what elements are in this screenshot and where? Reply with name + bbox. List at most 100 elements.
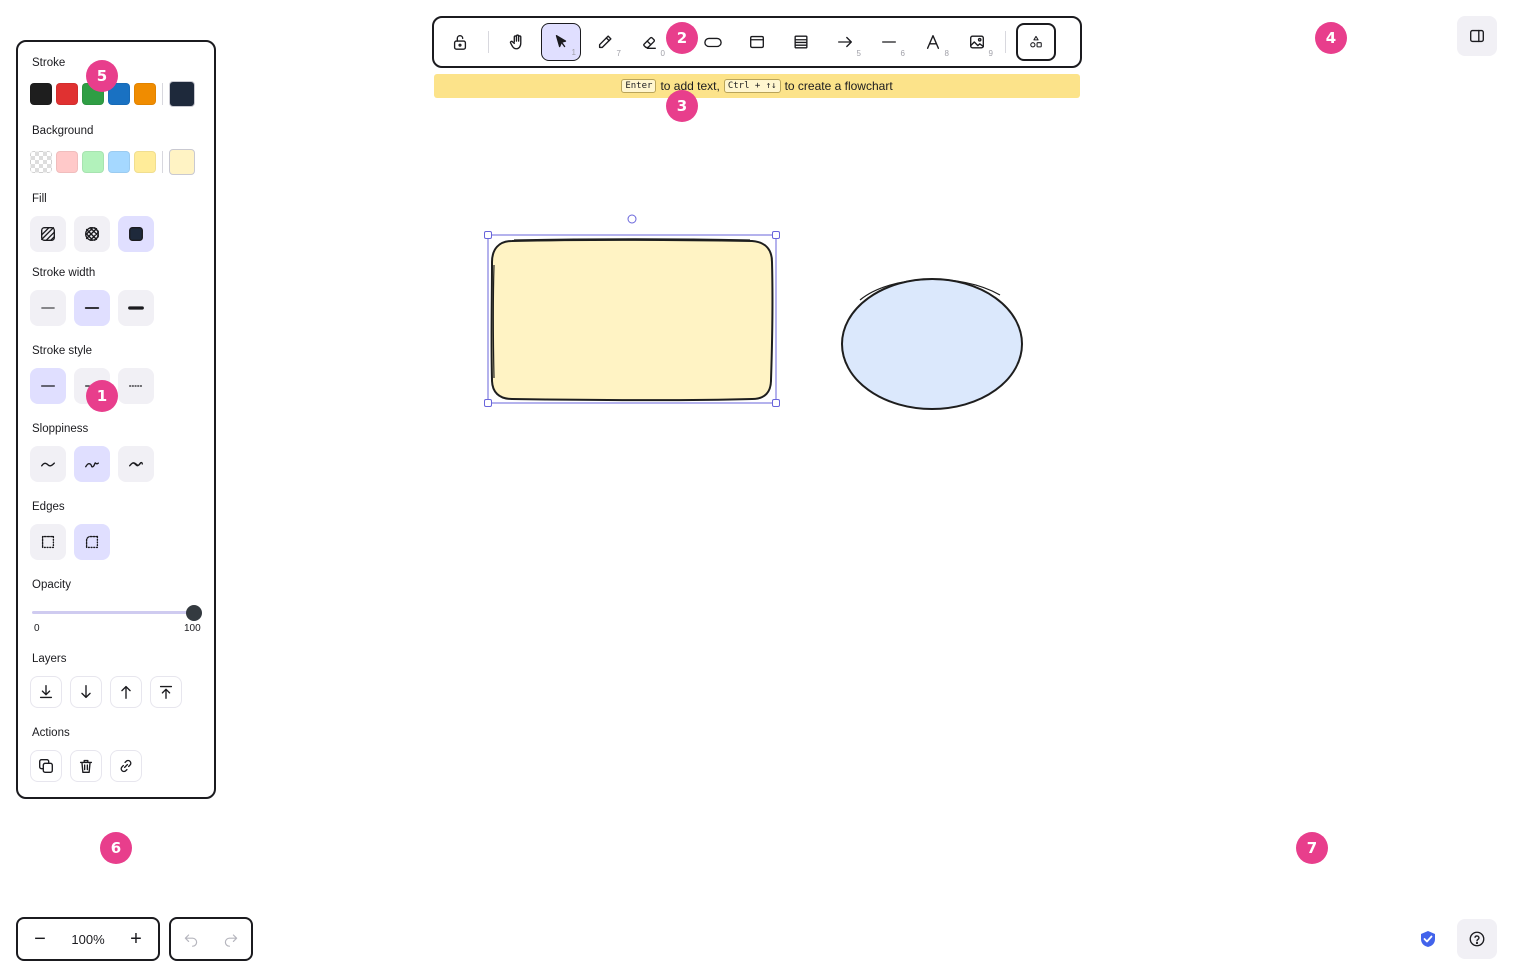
stroke-style-solid-button[interactable]	[30, 368, 66, 404]
undo-redo-controls	[169, 917, 253, 961]
stroke-width-bold-button[interactable]	[74, 290, 110, 326]
swatch-divider	[162, 83, 163, 105]
round-corner-icon	[85, 535, 99, 549]
sloppiness-architect-button[interactable]	[30, 446, 66, 482]
sloppiness-cartoonist-button[interactable]	[118, 446, 154, 482]
rounded-rectangle-icon	[704, 37, 722, 48]
frame-tool-button[interactable]	[737, 23, 777, 61]
bold-line-icon	[84, 307, 100, 309]
extra-bold-line-icon	[128, 306, 144, 310]
annotation-badge: 7	[1296, 832, 1328, 864]
hand-tool-button[interactable]	[497, 23, 537, 61]
eraser-tool-button[interactable]: 0	[629, 23, 669, 61]
actions-options	[30, 750, 142, 782]
duplicate-button[interactable]	[30, 750, 62, 782]
image-tool-button[interactable]: 9	[957, 23, 997, 61]
edges-round-button[interactable]	[74, 524, 110, 560]
zoom-out-button[interactable]: −	[28, 929, 52, 949]
cursor-arrow-icon	[555, 35, 567, 48]
image-icon	[970, 35, 984, 49]
sharp-corner-icon	[41, 535, 55, 549]
hand-icon	[509, 34, 522, 50]
bring-forward-button[interactable]	[110, 676, 142, 708]
shapes-icon	[1030, 35, 1042, 48]
stroke-swatch-orange[interactable]	[134, 83, 156, 105]
selection-tool-button[interactable]: 1	[541, 23, 581, 61]
dotted-line-icon	[129, 385, 143, 387]
library-sidebar-toggle[interactable]	[1457, 16, 1497, 56]
link-button[interactable]	[110, 750, 142, 782]
redo-icon[interactable]	[223, 931, 239, 947]
lock-tool-button[interactable]	[440, 23, 480, 61]
stroke-width-extra-bold-button[interactable]	[118, 290, 154, 326]
resize-handle-se[interactable]	[772, 399, 780, 407]
shortcut-key: 7	[616, 49, 621, 58]
stroke-width-label: Stroke width	[32, 267, 96, 279]
undo-icon[interactable]	[183, 931, 199, 947]
resize-handle-sw[interactable]	[484, 399, 492, 407]
layers-options	[30, 676, 182, 708]
toolbar-divider	[1005, 31, 1006, 53]
background-swatch-pink[interactable]	[56, 151, 78, 173]
opacity-label: Opacity	[32, 579, 71, 591]
opacity-max-label: 100	[184, 623, 201, 634]
fill-cross-hatch-button[interactable]	[74, 216, 110, 252]
layers-label: Layers	[32, 653, 67, 665]
zoom-level[interactable]: 100%	[71, 932, 104, 947]
table-tool-button[interactable]	[781, 23, 821, 61]
duplicate-icon	[39, 759, 53, 773]
cartoonist-line-icon	[129, 461, 143, 467]
edges-sharp-button[interactable]	[30, 524, 66, 560]
opacity-thumb[interactable]	[186, 605, 202, 621]
opacity-slider[interactable]	[32, 605, 202, 621]
background-swatch-yellow[interactable]	[134, 151, 156, 173]
shortcut-key: 6	[900, 49, 905, 58]
line-tool-button[interactable]: 6	[869, 23, 909, 61]
resize-handle-nw[interactable]	[484, 231, 492, 239]
zoom-in-button[interactable]: +	[124, 929, 148, 949]
ellipse-shape[interactable]	[841, 278, 1023, 410]
background-swatch-blue[interactable]	[108, 151, 130, 173]
fill-solid-button[interactable]	[118, 216, 154, 252]
stroke-style-dotted-button[interactable]	[118, 368, 154, 404]
properties-panel: Stroke Background Fill Stroke width Stro…	[16, 40, 216, 799]
arrow-tool-button[interactable]: 5	[825, 23, 865, 61]
arrow-down-icon	[81, 685, 91, 699]
rotate-handle[interactable]	[627, 214, 637, 224]
rectangle-tool-button[interactable]	[693, 23, 733, 61]
text-tool-button[interactable]: 8	[913, 23, 953, 61]
stroke-swatch-red[interactable]	[56, 83, 78, 105]
stroke-swatch-black[interactable]	[30, 83, 52, 105]
help-button[interactable]	[1457, 919, 1497, 959]
bring-to-front-button[interactable]	[150, 676, 182, 708]
sloppiness-options	[30, 446, 154, 482]
background-swatch-transparent[interactable]	[30, 151, 52, 173]
rectangle-shape[interactable]	[490, 238, 774, 402]
send-to-back-button[interactable]	[30, 676, 62, 708]
stroke-width-thin-button[interactable]	[30, 290, 66, 326]
lock-open-icon	[453, 35, 467, 50]
send-backward-button[interactable]	[70, 676, 102, 708]
annotation-badge: 2	[666, 22, 698, 54]
cross-hatch-fill-icon	[85, 227, 99, 241]
actions-label: Actions	[32, 727, 70, 739]
background-swatch-green[interactable]	[82, 151, 104, 173]
fill-hachure-button[interactable]	[30, 216, 66, 252]
sloppiness-artist-button[interactable]	[74, 446, 110, 482]
sidebar-icon	[1470, 29, 1484, 43]
background-current-color[interactable]	[169, 149, 195, 175]
resize-handle-ne[interactable]	[772, 231, 780, 239]
pencil-icon	[598, 35, 612, 49]
delete-button[interactable]	[70, 750, 102, 782]
edges-options	[30, 524, 110, 560]
stroke-current-color[interactable]	[169, 81, 195, 107]
annotation-badge: 4	[1315, 22, 1347, 54]
encryption-shield-icon[interactable]	[1418, 929, 1438, 949]
toolbar-divider	[488, 31, 489, 53]
drawing-canvas[interactable]	[0, 0, 1513, 977]
annotation-badge: 6	[100, 832, 132, 864]
more-shapes-button[interactable]	[1016, 23, 1056, 61]
main-toolbar: 1 7 0 5 6 8 9	[432, 16, 1082, 68]
stroke-style-label: Stroke style	[32, 345, 93, 357]
draw-tool-button[interactable]: 7	[585, 23, 625, 61]
